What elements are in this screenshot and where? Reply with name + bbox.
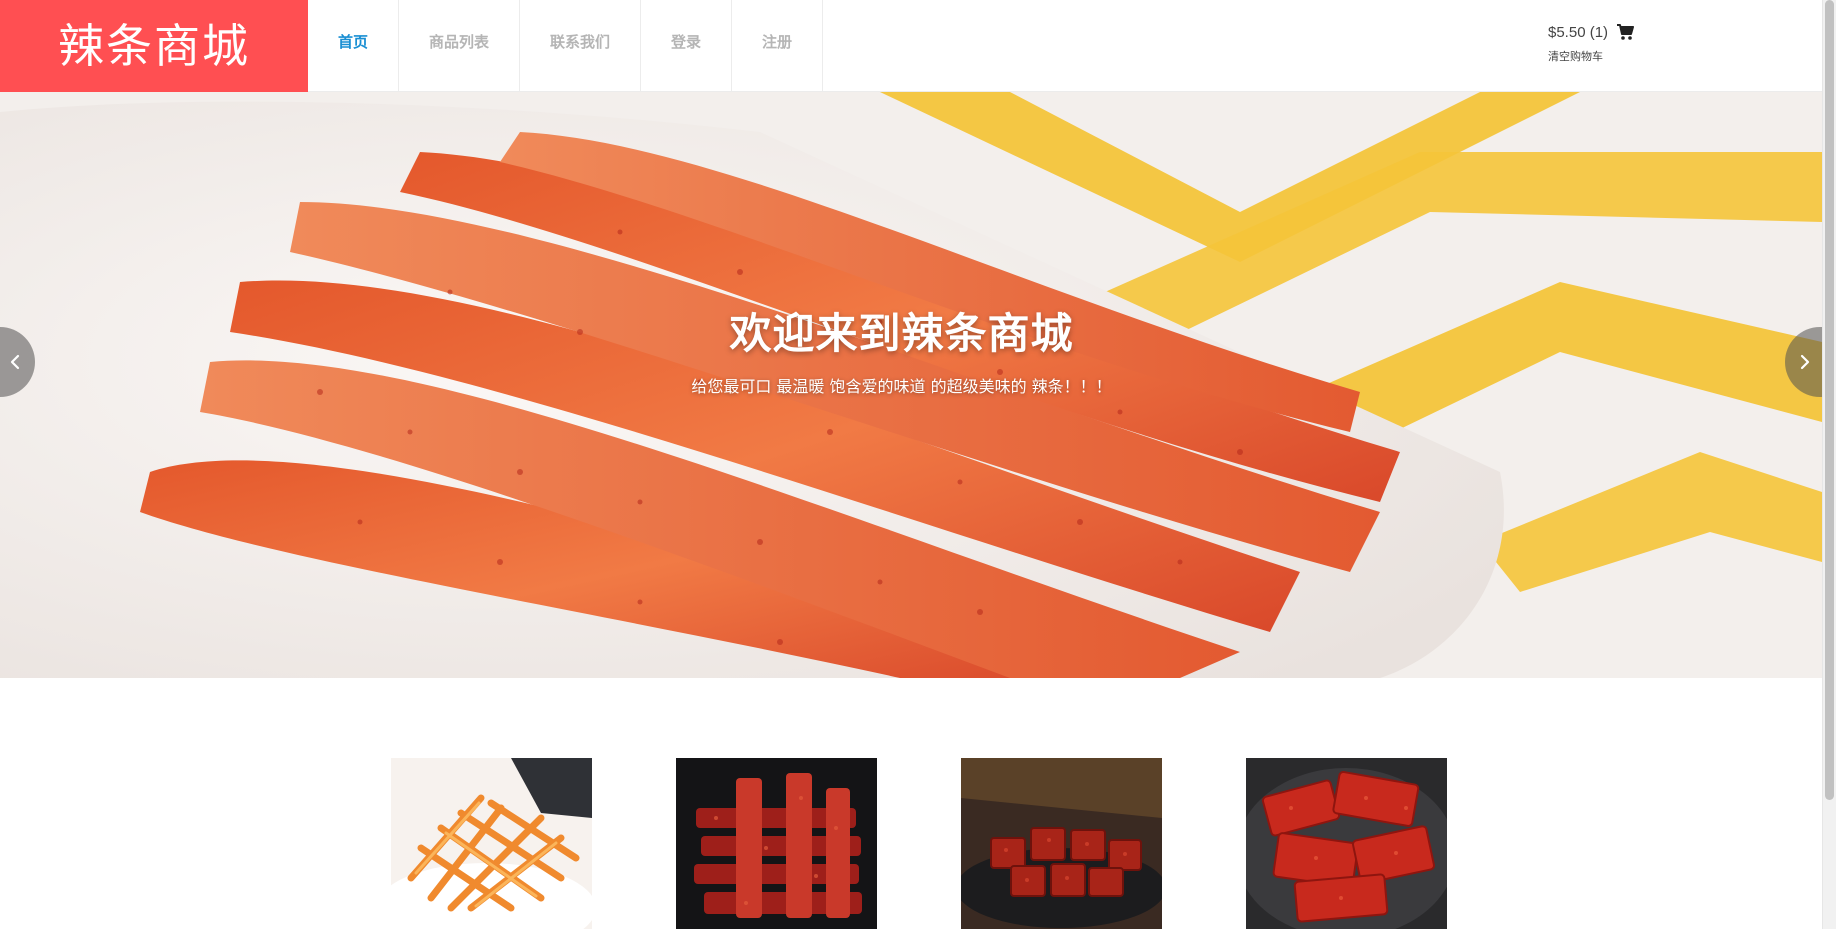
- shopping-cart-icon[interactable]: [1616, 23, 1635, 41]
- cart-summary: $5.50 (1) 清空购物车: [1548, 20, 1668, 64]
- product-card[interactable]: [391, 758, 592, 929]
- hero-subtitle: 给您最可口 最温暖 饱含爱的味道 的超级美味的 辣条！！！: [691, 377, 1112, 396]
- page: 辣条商城 首页 商品列表 联系我们 登录 注册 $5.50 (1) 清空购物车: [0, 0, 1836, 929]
- hero-banner: 欢迎来到辣条商城 给您最可口 最温暖 饱含爱的味道 的超级美味的 辣条！！！: [0, 92, 1822, 678]
- scrollbar-thumb[interactable]: [1825, 0, 1834, 800]
- product-card[interactable]: [961, 758, 1162, 929]
- site-header: 辣条商城 首页 商品列表 联系我们 登录 注册 $5.50 (1) 清空购物车: [0, 0, 1822, 92]
- nav-item-contact[interactable]: 联系我们: [520, 0, 641, 92]
- nav-item-home[interactable]: 首页: [308, 0, 399, 92]
- product-card[interactable]: [1246, 758, 1447, 929]
- page-scrollbar[interactable]: [1822, 0, 1836, 929]
- product-image-spicy-strips-stack: [676, 758, 877, 929]
- cart-total[interactable]: $5.50 (1): [1548, 24, 1608, 41]
- chevron-left-icon: [10, 354, 20, 370]
- product-card[interactable]: [676, 758, 877, 929]
- chevron-right-icon: [1800, 354, 1810, 370]
- main-nav: 首页 商品列表 联系我们 登录 注册: [308, 0, 823, 92]
- nav-item-register[interactable]: 注册: [732, 0, 823, 92]
- nav-item-products[interactable]: 商品列表: [399, 0, 520, 92]
- hero-title: 欢迎来到辣条商城: [729, 309, 1074, 358]
- product-image-spicy-cubes-plate: [961, 758, 1162, 929]
- product-image-spicy-sticks: [391, 758, 592, 929]
- nav-item-login[interactable]: 登录: [641, 0, 732, 92]
- site-logo[interactable]: 辣条商城: [0, 0, 308, 92]
- product-image-spicy-slices-bowl: [1246, 758, 1447, 929]
- cart-line: $5.50 (1): [1548, 20, 1668, 44]
- clear-cart-link[interactable]: 清空购物车: [1548, 48, 1668, 64]
